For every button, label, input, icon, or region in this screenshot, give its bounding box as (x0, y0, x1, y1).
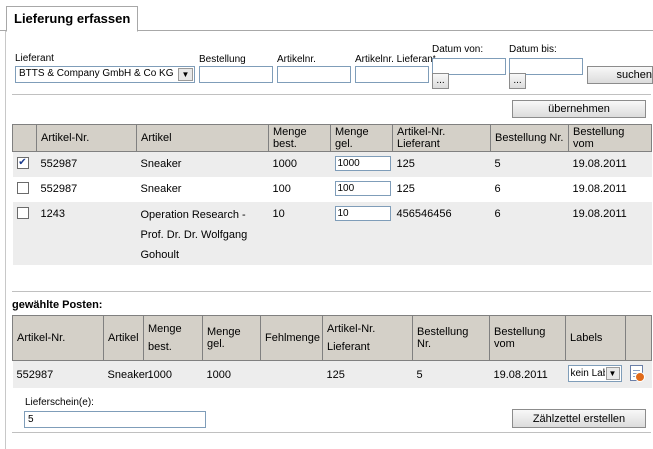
frame-border (5, 31, 6, 449)
table-row[interactable]: 552987 Sneaker 1000 1000 125 5 19.08.201… (12, 360, 652, 388)
document-remove-icon[interactable] (629, 365, 645, 382)
cell-article: Sneaker (140, 182, 182, 195)
order-input[interactable] (199, 66, 273, 83)
qty-delivered-input[interactable] (334, 156, 391, 171)
check-icon: ✔ (18, 157, 27, 168)
table-row[interactable]: ✔ 552987 Sneaker 1000 125 5 19.08.2011 (12, 151, 652, 177)
selected-items-title: gewählte Posten: (12, 299, 103, 311)
supplier-value: BTTS & Company GmbH & Co KG (19, 68, 174, 79)
qty-delivered-input[interactable] (334, 205, 391, 221)
delivery-note-label: Lieferschein(e): (25, 397, 94, 408)
cell-qty-delivered: 1000 (202, 360, 261, 388)
col-qty-ordered[interactable]: Menge best. (143, 315, 203, 361)
cell-article-no: 552987 (36, 151, 137, 177)
divider (12, 432, 651, 433)
col-actions (625, 315, 652, 361)
orders-header-row: Artikel-Nr. Artikel Menge best. Menge ge… (12, 124, 652, 152)
cell-supplier-no: 456546456 (392, 201, 491, 265)
table-row[interactable]: 552987 Sneaker 100 125 6 19.08.2011 (13, 177, 652, 202)
cell-article-no: 552987 (40, 182, 78, 195)
tab-strip: Lieferung erfassen (0, 0, 653, 32)
article-label: Artikelnr. (277, 54, 316, 65)
create-count-slip-button[interactable]: Zählzettel erstellen (512, 409, 646, 428)
col-supplier-article-no[interactable]: Artikel-Nr. Lieferant (322, 315, 413, 361)
cell-qty-ordered: 100 (272, 182, 291, 195)
cell-article-no: 552987 (12, 360, 104, 388)
col-article-no[interactable]: Artikel-Nr. (36, 124, 137, 152)
col-order-no[interactable]: Bestellung Nr. (412, 315, 490, 361)
selected-header-row: Artikel-Nr. Artikel Menge best. Menge ge… (12, 315, 652, 361)
divider (12, 94, 651, 95)
apply-button[interactable]: übernehmen (512, 100, 646, 118)
col-order-date[interactable]: Bestellung vom (489, 315, 566, 361)
row-checkbox[interactable] (16, 181, 29, 194)
col-labels[interactable]: Labels (565, 315, 626, 361)
chevron-down-icon[interactable]: ▼ (178, 68, 193, 81)
cell-order-no: 5 (490, 151, 569, 177)
col-article-no[interactable]: Artikel-Nr. (12, 315, 104, 361)
qty-delivered-input[interactable] (334, 180, 391, 196)
cell-qty-ordered: 10 (268, 201, 331, 265)
cell-order-no: 5 (412, 360, 490, 388)
label-value: kein Label (570, 368, 605, 379)
date-to-picker-button[interactable]: ... (509, 73, 526, 89)
row-checkbox[interactable]: ✔ (16, 157, 29, 169)
delivery-note-input[interactable] (24, 411, 206, 428)
tab-lieferung-erfassen[interactable]: Lieferung erfassen (6, 6, 139, 32)
date-from-label: Datum von: (432, 44, 484, 55)
cell-supplier-no: 125 (392, 151, 491, 177)
cell-qty-ordered: 1000 (268, 151, 331, 177)
table-row[interactable]: 1243 Operation Research - Prof. Dr. Dr. … (12, 201, 652, 265)
cell-order-date: 19.08.2011 (489, 360, 566, 388)
cell-order-no: 6 (490, 201, 569, 265)
cell-supplier-no: 125 (322, 360, 413, 388)
col-order-date[interactable]: Bestellung vom (568, 124, 652, 152)
supplier-article-label: Artikelnr. Lieferant (355, 54, 436, 65)
chevron-down-icon[interactable]: ▼ (605, 367, 620, 380)
label-select[interactable]: kein Label ▼ (567, 365, 622, 382)
cell-order-date: 19.08.2011 (572, 182, 627, 195)
search-button[interactable]: suchen (587, 66, 653, 84)
col-article[interactable]: Artikel (103, 315, 144, 361)
date-from-picker-button[interactable]: ... (432, 73, 449, 89)
orders-table: Artikel-Nr. Artikel Menge best. Menge ge… (12, 124, 652, 265)
cell-missing (260, 360, 323, 388)
article-input[interactable] (277, 66, 351, 83)
col-order-no[interactable]: Bestellung Nr. (490, 124, 569, 152)
col-missing[interactable]: Fehlmenge (260, 315, 323, 361)
select-header (12, 124, 37, 152)
col-article[interactable]: Artikel (136, 124, 269, 152)
cell-article-no: 1243 (36, 201, 137, 265)
cell-supplier-no: 125 (396, 182, 415, 195)
order-label: Bestellung (199, 54, 246, 65)
row-checkbox[interactable] (16, 206, 29, 219)
supplier-select[interactable]: BTTS & Company GmbH & Co KG ▼ (15, 66, 195, 83)
cell-qty-ordered: 1000 (143, 360, 203, 388)
cell-order-no: 6 (494, 182, 501, 195)
cell-article: Sneaker (103, 360, 148, 388)
col-supplier-article-no[interactable]: Artikel-Nr. Lieferant (392, 124, 491, 152)
col-qty-delivered[interactable]: Menge gel. (330, 124, 393, 152)
supplier-article-input[interactable] (355, 66, 429, 83)
cell-order-date: 19.08.2011 (568, 201, 652, 265)
cell-article: Sneaker (136, 151, 269, 177)
selected-items-table: Artikel-Nr. Artikel Menge best. Menge ge… (12, 315, 652, 388)
date-to-label: Datum bis: (509, 44, 557, 55)
supplier-label: Lieferant (15, 53, 54, 64)
cell-article: Operation Research - Prof. Dr. Dr. Wolfg… (136, 201, 269, 265)
col-qty-ordered[interactable]: Menge best. (268, 124, 331, 152)
cell-order-date: 19.08.2011 (568, 151, 652, 177)
col-qty-delivered[interactable]: Menge gel. (202, 315, 261, 361)
divider (12, 291, 651, 292)
